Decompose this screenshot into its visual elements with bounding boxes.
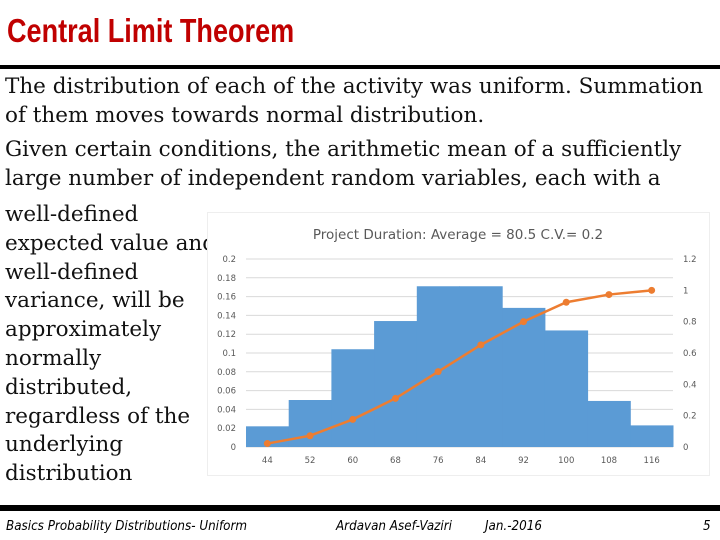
text-line: The distribution of each of the activity… <box>5 74 704 99</box>
left-tick-label: 0.12 <box>217 330 236 340</box>
cumulative-point <box>306 432 314 440</box>
x-tick-label: 84 <box>475 456 486 466</box>
x-tick-label: 52 <box>305 456 316 466</box>
paragraph-uniform: The distribution of each of the activity… <box>5 72 703 130</box>
right-tick-label: 0.8 <box>683 318 697 328</box>
left-tick-label: 0.1 <box>222 349 236 359</box>
project-duration-chart: Project Duration: Average = 80.5 C.V.= 0… <box>207 212 710 476</box>
slide-title: Central Limit Theorem <box>7 12 295 49</box>
footer-divider <box>0 505 720 511</box>
text-line: distributed, <box>5 374 133 400</box>
cumulative-point <box>562 298 570 306</box>
left-tick-label: 0.08 <box>217 368 236 378</box>
text-line: large number of independent random varia… <box>5 166 661 191</box>
text-line: normally <box>5 345 102 371</box>
x-tick-label: 68 <box>390 456 401 466</box>
text-line: regardless of the <box>5 403 191 429</box>
text-line: approximately <box>5 317 162 343</box>
histogram-bar <box>288 400 332 447</box>
text-line: well-defined <box>5 259 139 285</box>
right-tick-label: 0 <box>683 443 688 453</box>
cumulative-point <box>520 318 528 326</box>
chart-svg: Project Duration: Average = 80.5 C.V.= 0… <box>217 227 697 466</box>
left-tick-label: 0.04 <box>217 405 236 415</box>
right-tick-label: 0.4 <box>683 380 697 390</box>
paragraph-clt-continued: well-defined expected value and well-def… <box>5 201 216 489</box>
cumulative-point <box>349 415 357 423</box>
x-tick-label: 60 <box>347 456 358 466</box>
left-tick-label: 0.06 <box>217 387 236 397</box>
cumulative-point <box>477 341 485 349</box>
left-tick-label: 0.02 <box>217 424 236 434</box>
cumulative-point <box>648 286 656 294</box>
left-tick-label: 0.16 <box>217 293 236 303</box>
histogram-bar <box>459 286 503 447</box>
right-tick-label: 1 <box>683 286 688 296</box>
x-tick-label: 44 <box>262 456 273 466</box>
right-tick-label: 0.2 <box>683 412 697 422</box>
paragraph-clt: Given certain conditions, the arithmetic… <box>5 135 681 193</box>
cumulative-point <box>605 291 613 299</box>
text-line: underlying <box>5 432 123 458</box>
text-line: of them moves towards normal distributio… <box>5 103 485 128</box>
left-tick-label: 0 <box>231 443 236 453</box>
footer-course: Basics Probability Distributions- Unifor… <box>6 519 248 534</box>
x-tick-label: 92 <box>518 456 529 466</box>
histogram-bar <box>331 349 375 447</box>
footer-date: Jan.-2016 <box>485 519 542 534</box>
histogram-bar <box>544 330 589 447</box>
text-line: distribution <box>5 461 133 487</box>
slide: Central Limit Theorem The distribution o… <box>0 0 720 540</box>
x-tick-label: 108 <box>601 456 617 466</box>
right-tick-label: 0.6 <box>683 349 697 359</box>
x-tick-label: 116 <box>644 456 660 466</box>
x-tick-label: 100 <box>558 456 574 466</box>
x-tick-label: 76 <box>433 456 444 466</box>
histogram-bar <box>416 286 460 447</box>
title-divider <box>0 65 720 69</box>
histogram-bar <box>374 321 418 447</box>
cumulative-point <box>391 394 399 402</box>
right-tick-label: 1.2 <box>683 255 697 265</box>
cumulative-point <box>434 368 442 376</box>
histogram-bar <box>630 425 674 447</box>
left-tick-label: 0.14 <box>217 311 236 321</box>
cumulative-point <box>263 440 271 448</box>
text-line: well-defined <box>5 202 139 227</box>
chart-title: Project Duration: Average = 80.5 C.V.= 0… <box>313 227 603 243</box>
left-tick-label: 0.2 <box>222 255 236 265</box>
text-line: Given certain conditions, the arithmetic… <box>5 137 682 162</box>
left-tick-label: 0.18 <box>217 274 236 284</box>
histogram-bar <box>587 400 631 447</box>
footer-author: Ardavan Asef-Vaziri <box>336 519 453 534</box>
text-line: variance, will be <box>5 288 185 314</box>
page-number: 5 <box>703 519 711 534</box>
text-line: expected value and <box>5 230 217 256</box>
